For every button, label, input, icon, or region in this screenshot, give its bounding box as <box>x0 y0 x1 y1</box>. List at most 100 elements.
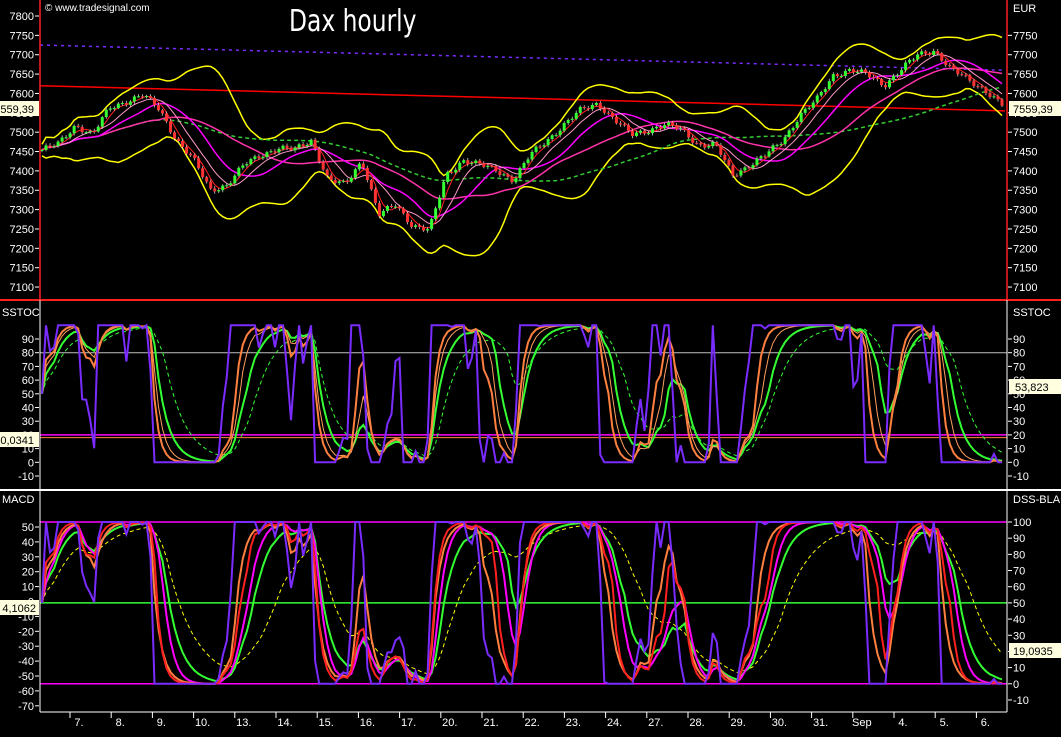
x-tick-label: Sep <box>852 717 872 729</box>
dss-tick-right: -10 <box>1013 695 1029 707</box>
candle <box>522 163 526 169</box>
candle <box>281 145 285 149</box>
macd-tick-left: 10 <box>22 582 34 594</box>
price-tick-left: 7450 <box>10 147 34 159</box>
candle <box>526 159 530 164</box>
x-tick-label: 30. <box>772 717 787 729</box>
candle <box>610 112 614 117</box>
candle <box>598 102 602 109</box>
candle <box>992 96 996 98</box>
candle <box>735 175 739 177</box>
candle <box>691 137 695 143</box>
price-tick-left: 7500 <box>10 127 34 139</box>
candle <box>707 146 711 148</box>
sstoc-tick-right: -10 <box>1013 471 1029 483</box>
candle <box>225 185 229 187</box>
candle <box>68 133 72 138</box>
candle <box>751 165 755 169</box>
candle <box>458 162 462 170</box>
x-tick-label: 27. <box>648 717 663 729</box>
dss-tick-right: 30 <box>1013 630 1025 642</box>
price-tick-right: 7100 <box>1013 282 1037 294</box>
x-tick-label: 8. <box>116 717 125 729</box>
sstoc-tick-right: 20 <box>1013 430 1025 442</box>
x-tick-label: 7. <box>74 717 83 729</box>
candle <box>361 163 365 168</box>
candle <box>787 130 791 138</box>
candle <box>767 151 771 157</box>
candle <box>803 108 807 113</box>
candle <box>156 105 160 111</box>
price-tick-right: 7700 <box>1013 50 1037 62</box>
price-tick-left: 7350 <box>10 185 34 197</box>
sstoc-tick-left: 0 <box>28 457 34 469</box>
trading-chart: © www.tradesignal.com Dax hourly EUR SST… <box>0 0 1061 732</box>
candle <box>755 158 759 166</box>
candle <box>486 165 490 168</box>
candle <box>972 80 976 87</box>
candle <box>345 180 349 182</box>
sstoc-label-right: SSTOC <box>1013 307 1051 319</box>
candle <box>426 229 430 231</box>
candle <box>723 154 727 161</box>
price-tick-left: 7700 <box>10 50 34 62</box>
candle <box>450 171 454 173</box>
price-last-value-text: 7559,39 <box>1013 104 1053 116</box>
candle <box>132 96 136 102</box>
candle <box>546 139 550 146</box>
candle <box>655 126 659 129</box>
macd-tick-left: -40 <box>18 656 34 668</box>
price-tick-right: 7650 <box>1013 69 1037 81</box>
price-tick-right: 7300 <box>1013 205 1037 217</box>
candle <box>317 148 321 162</box>
candle <box>285 145 289 148</box>
candle <box>289 147 293 151</box>
candle <box>301 144 305 146</box>
x-tick-label: 10. <box>195 717 210 729</box>
macd-tick-left: -70 <box>18 701 34 713</box>
candle <box>847 69 851 71</box>
candle <box>369 180 373 190</box>
candle <box>165 113 169 122</box>
price-tick-right: 7150 <box>1013 263 1037 275</box>
candle <box>393 206 397 208</box>
candle <box>257 156 261 159</box>
candle <box>855 71 859 73</box>
candle <box>896 74 900 76</box>
candle <box>683 128 687 130</box>
candle <box>719 144 723 155</box>
candle <box>245 164 249 166</box>
candle <box>827 81 831 90</box>
candle <box>952 65 956 69</box>
candle <box>52 146 56 148</box>
price-tick-left: 7600 <box>10 88 34 100</box>
dss-label: DSS-BLAU <box>1013 494 1061 506</box>
candle <box>494 165 498 172</box>
x-tick-label: 5. <box>940 717 949 729</box>
candle <box>699 143 703 145</box>
candle <box>502 174 506 176</box>
candle <box>924 51 928 54</box>
candle <box>590 104 594 110</box>
candle <box>329 175 333 180</box>
candle <box>586 108 590 110</box>
sstoc-tick-right: 10 <box>1013 444 1025 456</box>
macd-tick-left: -50 <box>18 671 34 683</box>
candle <box>56 141 60 147</box>
price-tick-left: 7250 <box>10 224 34 236</box>
candle <box>116 103 120 108</box>
candle <box>233 175 237 184</box>
price-tick-right: 7350 <box>1013 185 1037 197</box>
candle <box>799 112 803 123</box>
candle <box>297 144 301 148</box>
candle <box>209 181 213 189</box>
candle <box>321 161 325 170</box>
candle <box>249 159 253 165</box>
candle <box>173 132 177 139</box>
candle <box>466 160 470 165</box>
macd-tick-left: 50 <box>22 522 34 534</box>
candle <box>514 178 518 183</box>
candle <box>365 167 369 181</box>
candle <box>663 125 667 129</box>
price-tick-left: 7800 <box>10 11 34 23</box>
